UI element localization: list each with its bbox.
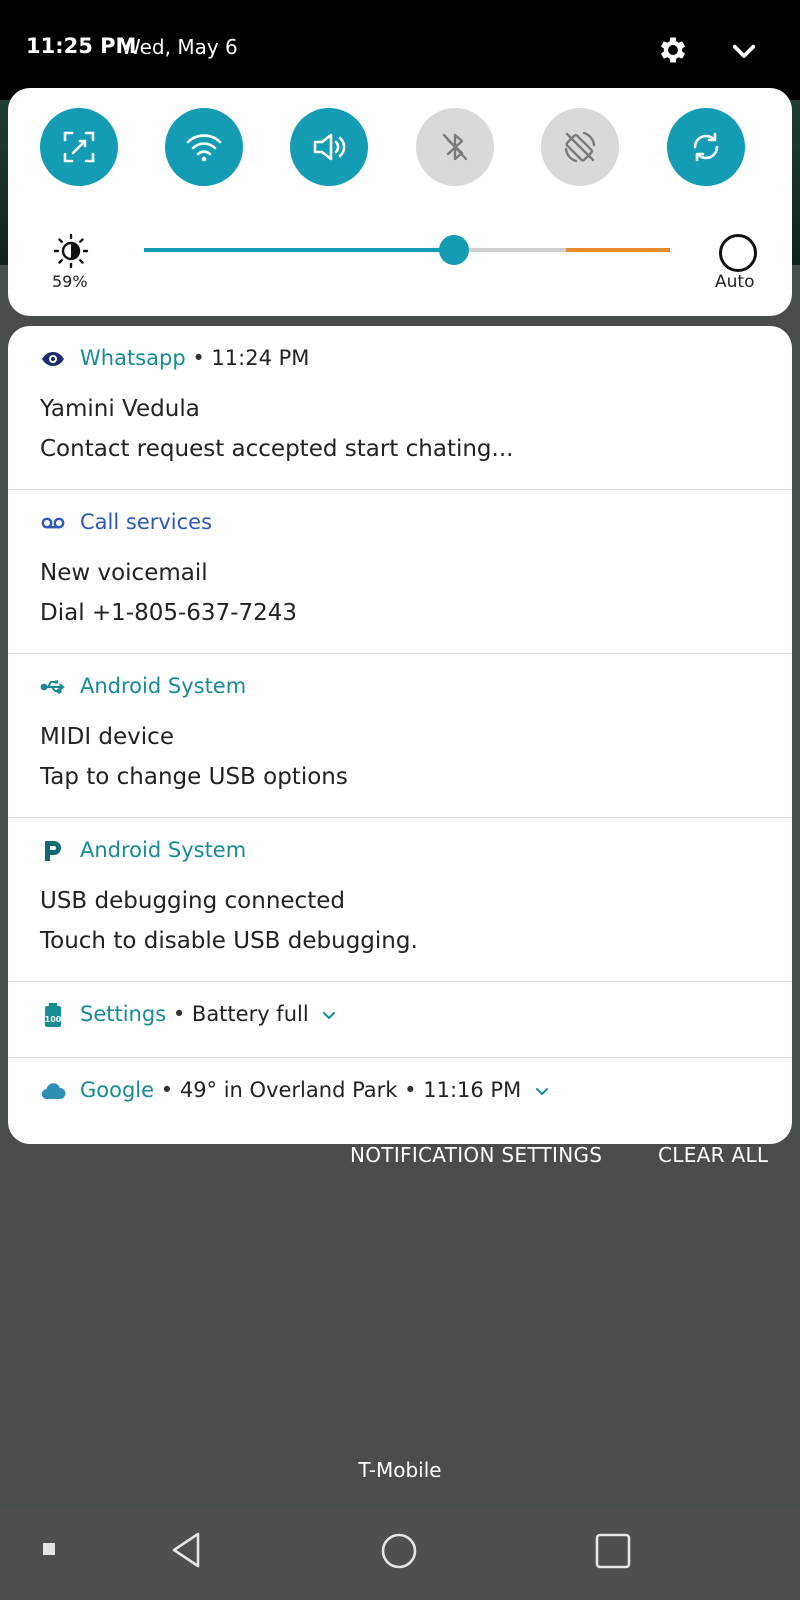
- notification-text: Touch to disable USB debugging.: [40, 928, 418, 954]
- app-name: Google: [80, 1078, 155, 1102]
- notification-midi[interactable]: Android System MIDI device Tap to change…: [8, 654, 792, 818]
- notification-whatsapp[interactable]: Whatsapp • 11:24 PM Yamini Vedula Contac…: [8, 326, 792, 490]
- notification-battery[interactable]: 100 Settings • Battery full: [8, 982, 792, 1058]
- notification-title: New voicemail: [40, 560, 208, 586]
- brightness-slider[interactable]: [136, 235, 676, 265]
- app-name: Call services: [80, 510, 213, 534]
- bluetooth-off-icon: [442, 133, 468, 161]
- clock: 11:25 PM: [26, 34, 137, 58]
- app-name: Settings: [80, 1002, 167, 1026]
- brightness-icon: [53, 233, 89, 269]
- gear-icon[interactable]: [656, 33, 690, 67]
- notification-title: USB debugging connected: [40, 888, 345, 914]
- home-icon[interactable]: [380, 1532, 418, 1570]
- status-bar: 11:25 PM Wed, May 6: [0, 0, 800, 100]
- app-name: Android System: [80, 674, 247, 698]
- notification-text: Contact request accepted start chating..…: [40, 436, 514, 462]
- wifi-icon: [186, 134, 222, 162]
- voicemail-icon: [41, 517, 65, 529]
- separator: •: [160, 1078, 174, 1102]
- notification-time: 11:24 PM: [211, 346, 310, 370]
- auto-brightness-label: Auto: [715, 272, 755, 292]
- svg-text:100: 100: [45, 1015, 62, 1024]
- notification-text: Dial +1-805-637-7243: [40, 600, 298, 626]
- auto-brightness-toggle[interactable]: [719, 234, 757, 272]
- separator: •: [172, 1002, 186, 1026]
- brightness-track: [454, 248, 566, 252]
- notification-summary: Battery full: [191, 1002, 309, 1026]
- notification-title: MIDI device: [40, 724, 174, 750]
- eye-icon: [42, 352, 64, 366]
- separator: •: [404, 1078, 417, 1102]
- bluetooth-tile[interactable]: [416, 108, 494, 186]
- expand-chevron-icon[interactable]: [321, 1007, 337, 1023]
- expand-chevron-icon[interactable]: [534, 1083, 550, 1099]
- quick-settings-panel: 59% Auto: [8, 88, 792, 316]
- notification-time: 11:16 PM: [423, 1078, 522, 1102]
- date: Wed, May 6: [121, 35, 238, 59]
- auto-rotate-tile[interactable]: [541, 108, 619, 186]
- notification-panel: Whatsapp • 11:24 PM Yamini Vedula Contac…: [8, 326, 792, 1144]
- separator: •: [192, 346, 205, 370]
- wifi-tile[interactable]: [165, 108, 243, 186]
- back-icon[interactable]: [168, 1530, 204, 1570]
- recents-icon[interactable]: [594, 1532, 632, 1570]
- notification-header: Call services: [80, 510, 212, 534]
- chevron-down-icon[interactable]: [728, 36, 760, 68]
- screenshot-tile[interactable]: [40, 108, 118, 186]
- brightness-thumb[interactable]: [439, 235, 470, 265]
- carrier-label: T-Mobile: [358, 1458, 442, 1482]
- rotate-lock-icon: [564, 131, 596, 163]
- notification-title: Yamini Vedula: [40, 396, 200, 422]
- cloud-icon: [41, 1083, 66, 1100]
- sync-icon: [693, 132, 719, 162]
- battery-full-icon: 100: [45, 1003, 62, 1027]
- sync-tile[interactable]: [667, 108, 745, 186]
- navigation-bar: [0, 1508, 800, 1600]
- usb-icon: [40, 680, 65, 694]
- notification-settings-button[interactable]: NOTIFICATION SETTINGS: [350, 1143, 602, 1167]
- brightness-track-fill: [144, 248, 455, 252]
- app-name: Whatsapp: [80, 346, 186, 370]
- brightness-track-high: [566, 248, 670, 252]
- notification-weather[interactable]: Google • 49° in Overland Park • 11:16 PM: [8, 1058, 792, 1144]
- app-name: Android System: [80, 838, 247, 862]
- menu-dot-icon[interactable]: [42, 1542, 56, 1556]
- p-icon: [45, 841, 61, 861]
- clear-all-button[interactable]: CLEAR ALL: [658, 1143, 768, 1167]
- notification-header: Whatsapp • 11:24 PM: [80, 346, 309, 370]
- notification-call-services[interactable]: Call services New voicemail Dial +1-805-…: [8, 490, 792, 654]
- notification-header: Android System: [80, 838, 246, 862]
- sound-tile[interactable]: [290, 108, 368, 186]
- brightness-percent: 59%: [52, 272, 88, 291]
- notification-header: Google • 49° in Overland Park • 11:16 PM: [80, 1078, 550, 1102]
- notification-usb-debugging[interactable]: Android System USB debugging connected T…: [8, 818, 792, 982]
- notification-header: Settings • Battery full: [80, 1002, 337, 1026]
- screenshot-icon: [63, 131, 95, 163]
- notification-text: Tap to change USB options: [40, 764, 348, 790]
- notification-header: Android System: [80, 674, 246, 698]
- speaker-icon: [313, 133, 346, 161]
- notification-summary: 49° in Overland Park: [179, 1078, 398, 1102]
